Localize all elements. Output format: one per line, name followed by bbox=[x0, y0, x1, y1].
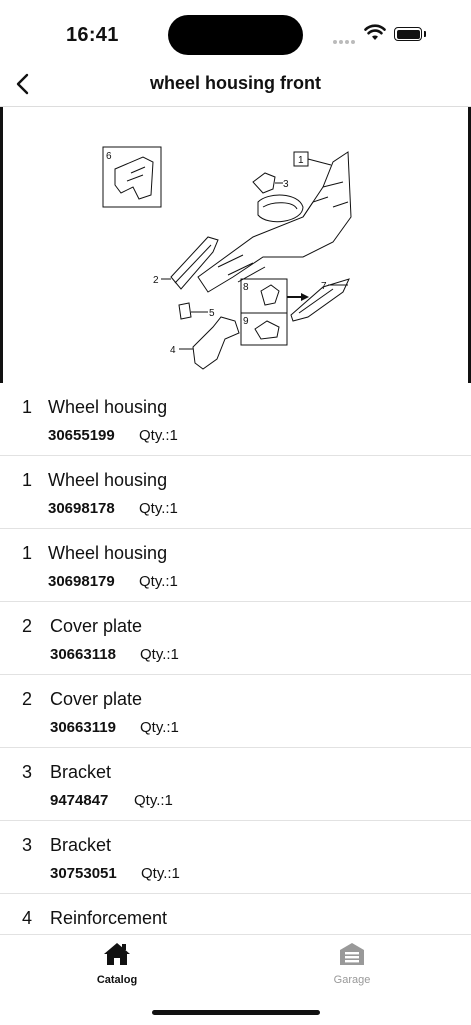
part-name: Cover plate bbox=[50, 689, 143, 709]
parts-list[interactable]: 1 Wheel housing 30655199 Qty.:1 1 Wheel … bbox=[0, 383, 471, 934]
part-position: 1 bbox=[22, 470, 33, 490]
page-title: wheel housing front bbox=[150, 73, 321, 93]
callout-5[interactable]: 5 bbox=[209, 308, 215, 319]
part-quantity: Qty.:1 bbox=[139, 427, 178, 444]
part-quantity: Qty.:1 bbox=[139, 500, 178, 517]
part-position: 2 bbox=[22, 689, 33, 709]
part-row[interactable]: 1 Wheel housing 30698178 Qty.:1 bbox=[0, 456, 471, 529]
callout-1[interactable]: 1 bbox=[298, 155, 304, 166]
callout-4[interactable]: 4 bbox=[170, 345, 176, 356]
part-number: 30753051 bbox=[50, 865, 117, 882]
part-row[interactable]: 1 Wheel housing 30698179 Qty.:1 bbox=[0, 529, 471, 602]
part-quantity: Qty.:1 bbox=[134, 792, 173, 809]
battery-cap bbox=[424, 31, 426, 37]
callout-6[interactable]: 6 bbox=[106, 151, 112, 162]
tab-garage[interactable]: Garage bbox=[292, 941, 412, 986]
callout-8[interactable]: 8 bbox=[243, 282, 249, 293]
callout-3[interactable]: 3 bbox=[283, 179, 289, 190]
part-row[interactable]: 2 Cover plate 30663118 Qty.:1 bbox=[0, 602, 471, 675]
part-name: Reinforcement bbox=[50, 908, 168, 928]
status-time: 16:41 bbox=[66, 24, 119, 46]
part-number: 30663118 bbox=[50, 646, 116, 663]
wifi-icon bbox=[364, 24, 386, 40]
part-number: 30663119 bbox=[50, 719, 116, 736]
part-name: Bracket bbox=[50, 762, 112, 782]
part-quantity: Qty.:1 bbox=[140, 719, 179, 736]
callout-2[interactable]: 2 bbox=[153, 275, 159, 286]
part-row[interactable]: 1 Wheel housing 30655199 Qty.:1 bbox=[0, 383, 471, 456]
home-indicator bbox=[152, 1010, 320, 1015]
part-position: 1 bbox=[22, 397, 33, 417]
garage-icon bbox=[340, 943, 364, 965]
part-name: Cover plate bbox=[50, 616, 143, 636]
part-number: 9474847 bbox=[50, 792, 109, 809]
part-position: 4 bbox=[22, 908, 33, 928]
part-row[interactable]: 2 Cover plate 30663119 Qty.:1 bbox=[0, 675, 471, 748]
part-name: Bracket bbox=[50, 835, 112, 855]
part-quantity: Qty.:1 bbox=[139, 573, 178, 590]
tab-catalog[interactable]: Catalog bbox=[57, 941, 177, 986]
parts-diagram[interactable]: 6 1 3 2 5 4 8 9 7 bbox=[0, 107, 471, 383]
part-row[interactable]: 4 Reinforcement bbox=[0, 894, 471, 934]
part-position: 3 bbox=[22, 835, 33, 855]
part-position: 2 bbox=[22, 616, 33, 636]
parts-diagram-drawing: 6 1 3 2 5 4 8 9 7 bbox=[102, 146, 352, 370]
part-name: Wheel housing bbox=[48, 470, 168, 490]
callout-7[interactable]: 7 bbox=[321, 281, 327, 292]
cellular-signal-icon bbox=[333, 31, 357, 49]
home-icon bbox=[104, 943, 130, 965]
part-number: 30698179 bbox=[48, 573, 115, 590]
part-name: Wheel housing bbox=[48, 543, 168, 563]
status-bar: 16:41 bbox=[0, 0, 471, 70]
part-number: 30698178 bbox=[48, 500, 115, 517]
navigation-bar: wheel housing front bbox=[0, 62, 471, 107]
part-name: Wheel housing bbox=[48, 397, 168, 417]
tab-catalog-label: Catalog bbox=[96, 974, 138, 986]
part-row[interactable]: 3 Bracket 9474847 Qty.:1 bbox=[0, 748, 471, 821]
part-row[interactable]: 3 Bracket 30753051 Qty.:1 bbox=[0, 821, 471, 894]
tab-garage-label: Garage bbox=[333, 974, 371, 986]
part-position: 1 bbox=[22, 543, 33, 563]
callout-9[interactable]: 9 bbox=[243, 316, 249, 327]
dynamic-island bbox=[168, 15, 303, 55]
part-number: 30655199 bbox=[48, 427, 115, 444]
part-quantity: Qty.:1 bbox=[141, 865, 180, 882]
battery-icon bbox=[394, 27, 422, 41]
part-quantity: Qty.:1 bbox=[140, 646, 179, 663]
part-position: 3 bbox=[22, 762, 33, 782]
